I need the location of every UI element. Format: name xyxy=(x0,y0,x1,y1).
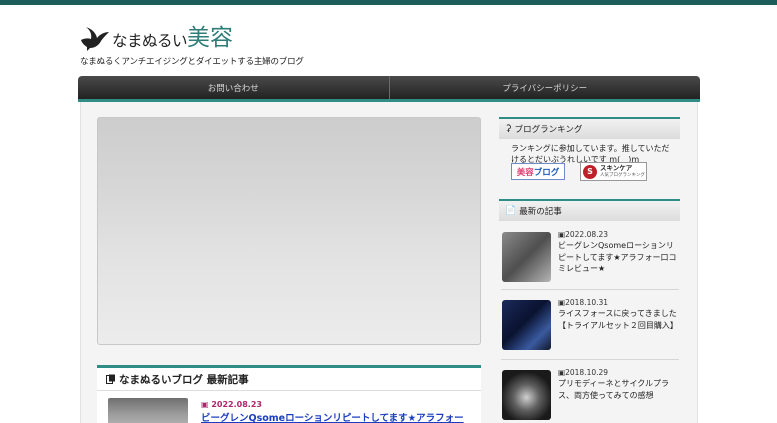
divider xyxy=(501,359,679,360)
recent-post-item[interactable]: ▣2022.08.23 ビーグレンQsomeローションリピートしてます★アラフォ… xyxy=(499,230,680,290)
site-tagline: なまぬるくアンチエイジングとダイエットする主婦のブログ xyxy=(80,57,304,67)
nav-privacy-policy[interactable]: プライバシーポリシー xyxy=(388,76,701,100)
post-title-link[interactable]: ライスフォースに戻ってきました【トライアルセット２回目購入】 xyxy=(558,308,680,331)
site-logo[interactable]: なまぬるい 美容 xyxy=(80,22,233,52)
document-icon: 📄 xyxy=(505,206,517,216)
top-accent-bar xyxy=(0,0,777,5)
site-title: なまぬるい xyxy=(112,32,188,50)
post-thumbnail[interactable] xyxy=(502,232,551,282)
post-thumbnail[interactable] xyxy=(502,300,551,350)
calendar-icon: ▣ xyxy=(201,400,209,409)
trophy-icon: ⚳ xyxy=(505,124,512,134)
bird-icon xyxy=(81,27,109,51)
post-title-link[interactable]: ビーグレンQsomeローションリピートしてます★アラフォー口コミレビュー★ xyxy=(558,240,680,275)
post-thumbnail[interactable] xyxy=(502,370,551,420)
post-date: ▣2018.10.31 xyxy=(558,298,609,307)
post-date: ▣2018.10.29 xyxy=(558,368,609,377)
post-title-link[interactable]: プリモディーネとサイクルプラス、両方使ってみての感想 xyxy=(558,378,680,401)
document-icon xyxy=(106,374,115,384)
beauty-blog-ranking-banner[interactable]: 美容 ブログ xyxy=(511,163,565,180)
global-nav: お問い合わせ プライバシーポリシー xyxy=(78,76,700,100)
latest-articles-header: なまぬるいブログ 最新記事 xyxy=(97,365,481,391)
recent-post-item[interactable]: ▣2018.10.31 ライスフォースに戻ってきました【トライアルセット２回目購… xyxy=(499,298,680,358)
recent-post-item[interactable]: ▣2018.10.29 プリモディーネとサイクルプラス、両方使ってみての感想 xyxy=(499,368,680,423)
skincare-ranking-banner[interactable]: S スキンケア 人気ブログランキング xyxy=(580,162,647,181)
article-thumbnail[interactable] xyxy=(108,398,188,423)
latest-article-item[interactable]: ▣ 2022.08.23 ビーグレンQsomeローションリピートしてます★アラフ… xyxy=(97,391,481,423)
article-title-link[interactable]: ビーグレンQsomeローションリピートしてます★アラフォー xyxy=(201,410,464,423)
article-date: ▣ 2022.08.23 xyxy=(201,400,262,409)
nav-contact[interactable]: お問い合わせ xyxy=(78,76,389,100)
recent-posts-header: 📄 最新の記事 xyxy=(499,199,680,221)
ranking-widget-header: ⚳ ブログランキング xyxy=(499,117,680,139)
post-date: ▣2022.08.23 xyxy=(558,230,609,239)
site-title-accent: 美容 xyxy=(187,25,234,51)
ranking-logo-icon: S xyxy=(583,164,597,179)
featured-slider[interactable] xyxy=(97,117,481,345)
latest-articles-title: なまぬるいブログ 最新記事 xyxy=(119,373,249,386)
divider xyxy=(501,289,679,290)
